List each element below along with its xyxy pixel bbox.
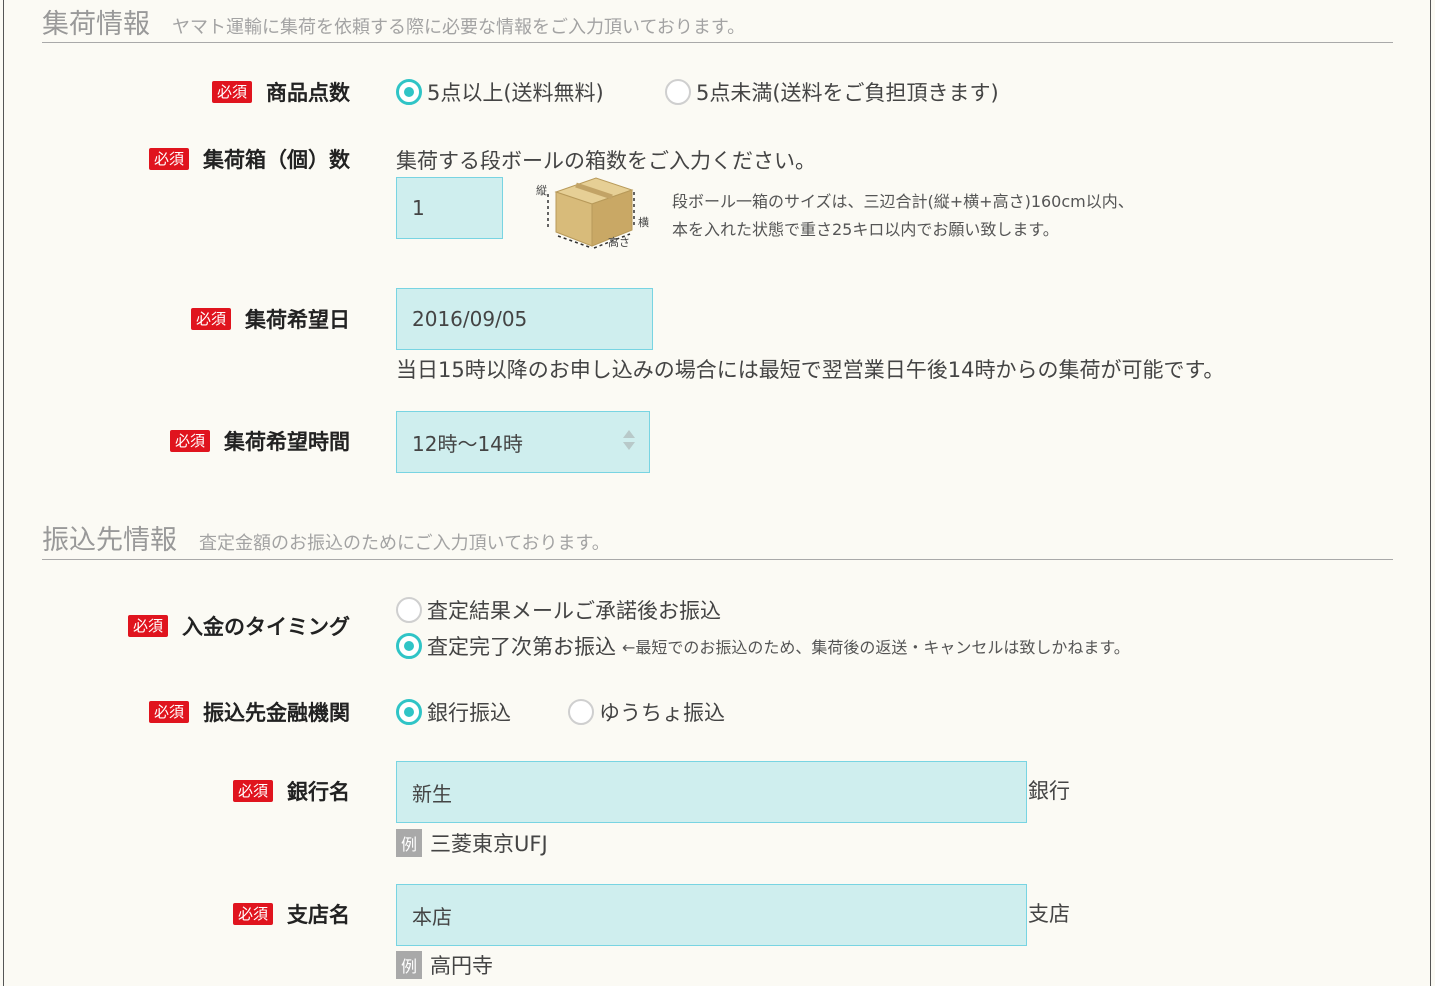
financial-institution-option-bank[interactable]: 銀行振込 bbox=[396, 696, 511, 728]
pickup-date-input[interactable]: 2016/09/05 bbox=[396, 288, 653, 350]
pickup-time-value: 12時～14時 bbox=[412, 431, 523, 456]
payment-timing-option-after-approval[interactable]: 査定結果メールご承諾後お振込 bbox=[396, 594, 721, 626]
item-count-label-text: 商品点数 bbox=[266, 81, 350, 105]
bank-name-label-text: 銀行名 bbox=[287, 780, 350, 804]
item-count-option-under5[interactable]: 5点未満(送料をご負担頂きます) bbox=[665, 76, 999, 108]
payment-timing-option-immediate-label: 査定完了次第お振込 bbox=[427, 635, 616, 659]
bank-name-example: 例 三菱東京UFJ bbox=[396, 828, 548, 858]
box-size-note-line2: 本を入れた状態で重さ25キロ以内でお願い致します。 bbox=[672, 220, 1059, 239]
box-count-label: 必須 集荷箱（個）数 bbox=[148, 144, 350, 174]
required-badge: 必須 bbox=[190, 308, 231, 330]
branch-name-label-text: 支店名 bbox=[287, 903, 350, 927]
financial-institution-option-yucho-label: ゆうちょ振込 bbox=[599, 701, 725, 725]
required-badge: 必須 bbox=[232, 780, 273, 802]
item-count-label: 必須 商品点数 bbox=[211, 77, 350, 107]
bank-name-input[interactable]: 新生 bbox=[396, 761, 1027, 823]
bank-name-label: 必須 銀行名 bbox=[232, 776, 350, 806]
collection-section-divider bbox=[42, 42, 1393, 43]
radio-unselected-icon[interactable] bbox=[665, 79, 691, 105]
financial-institution-option-yucho[interactable]: ゆうちょ振込 bbox=[568, 696, 725, 728]
collection-section-subtitle: ヤマト運輸に集荷を依頼する際に必要な情報をご入力頂いております。 bbox=[172, 17, 746, 38]
example-badge: 例 bbox=[396, 951, 422, 979]
radio-unselected-icon[interactable] bbox=[568, 699, 594, 725]
required-badge: 必須 bbox=[232, 903, 273, 925]
frame-left-border bbox=[3, 0, 4, 986]
box-label-yoko: 横 bbox=[638, 215, 649, 229]
box-count-input[interactable]: 1 bbox=[396, 177, 503, 239]
example-badge: 例 bbox=[396, 829, 422, 857]
item-count-option-5plus[interactable]: 5点以上(送料無料) bbox=[396, 76, 604, 108]
radio-selected-icon[interactable] bbox=[396, 633, 422, 659]
financial-institution-label-text: 振込先金融機関 bbox=[203, 701, 350, 725]
transfer-section-subtitle: 査定金額のお振込のためにご入力頂いております。 bbox=[199, 533, 610, 554]
required-badge: 必須 bbox=[169, 430, 210, 452]
pickup-time-label-text: 集荷希望時間 bbox=[224, 430, 350, 454]
pickup-time-label: 必須 集荷希望時間 bbox=[169, 426, 350, 456]
required-badge: 必須 bbox=[211, 81, 252, 103]
payment-timing-immediate-note: ←最短でのお振込のため、集荷後の返送・キャンセルは致しかねます。 bbox=[622, 638, 1130, 657]
radio-selected-icon[interactable] bbox=[396, 79, 422, 105]
branch-name-example-text: 高円寺 bbox=[430, 954, 493, 978]
collection-section-title: 集荷情報 bbox=[42, 9, 150, 40]
pickup-date-label: 必須 集荷希望日 bbox=[190, 304, 350, 334]
financial-institution-label: 必須 振込先金融機関 bbox=[148, 697, 350, 727]
radio-selected-icon[interactable] bbox=[396, 699, 422, 725]
item-count-option-under5-label: 5点未満(送料をご負担頂きます) bbox=[696, 81, 999, 105]
branch-name-label: 必須 支店名 bbox=[232, 899, 350, 929]
branch-name-input[interactable]: 本店 bbox=[396, 884, 1027, 946]
box-size-note-line1: 段ボール一箱のサイズは、三辺合計(縦+横+高さ)160cm以内、 bbox=[672, 192, 1134, 211]
select-spinner-icon[interactable] bbox=[623, 430, 635, 450]
branch-name-suffix: 支店 bbox=[1028, 902, 1070, 926]
pickup-date-label-text: 集荷希望日 bbox=[245, 308, 350, 332]
required-badge: 必須 bbox=[148, 701, 189, 723]
financial-institution-option-bank-label: 銀行振込 bbox=[427, 701, 511, 725]
payment-timing-label: 必須 入金のタイミング bbox=[127, 611, 350, 641]
box-count-label-text: 集荷箱（個）数 bbox=[203, 148, 350, 172]
pickup-date-note: 当日15時以降のお申し込みの場合には最短で翌営業日午後14時からの集荷が可能です… bbox=[396, 358, 1225, 382]
branch-name-example: 例 高円寺 bbox=[396, 950, 493, 980]
frame-right-border bbox=[1430, 0, 1431, 986]
pickup-time-select[interactable]: 12時～14時 bbox=[396, 411, 650, 473]
bank-name-example-text: 三菱東京UFJ bbox=[430, 832, 548, 856]
transfer-section-divider bbox=[42, 559, 1393, 560]
payment-timing-option-immediate[interactable]: 査定完了次第お振込 ←最短でのお振込のため、集荷後の返送・キャンセルは致しかねま… bbox=[396, 630, 1130, 662]
box-label-tate: 縦 bbox=[536, 184, 547, 197]
item-count-option-5plus-label: 5点以上(送料無料) bbox=[427, 81, 604, 105]
payment-timing-option-after-approval-label: 査定結果メールご承諾後お振込 bbox=[427, 599, 721, 623]
payment-timing-label-text: 入金のタイミング bbox=[182, 615, 350, 639]
radio-unselected-icon[interactable] bbox=[396, 597, 422, 623]
box-count-instruction: 集荷する段ボールの箱数をご入力ください。 bbox=[396, 149, 816, 173]
bank-name-suffix: 銀行 bbox=[1028, 779, 1070, 803]
box-label-takasa: 高さ bbox=[608, 235, 630, 249]
collection-section-header: 集荷情報 ヤマト運輸に集荷を依頼する際に必要な情報をご入力頂いております。 bbox=[42, 2, 745, 41]
transfer-section-header: 振込先情報 査定金額のお振込のためにご入力頂いております。 bbox=[42, 518, 610, 557]
transfer-section-title: 振込先情報 bbox=[42, 525, 177, 556]
required-badge: 必須 bbox=[148, 148, 189, 170]
required-badge: 必須 bbox=[127, 615, 168, 637]
cardboard-box-icon: 縦 横 高さ bbox=[536, 177, 649, 249]
